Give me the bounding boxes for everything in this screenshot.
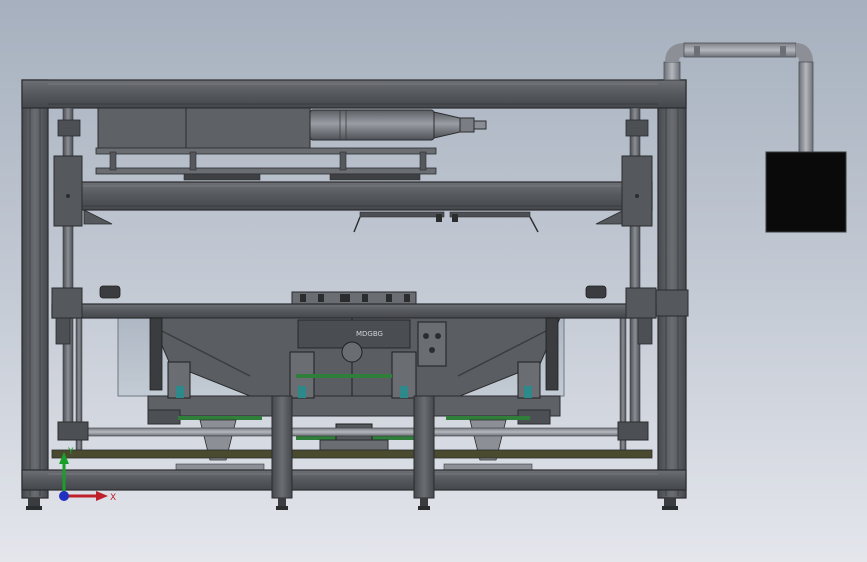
axis-triad: Y X [59, 447, 116, 503]
y-axis-label: Y [67, 447, 74, 457]
machine-front-view: MDGBG [21, 42, 847, 510]
x-arrow-head-icon [96, 491, 108, 501]
origin-icon [59, 491, 69, 501]
upper-carriage [95, 107, 487, 181]
plate-label: MDGBG [356, 330, 383, 338]
x-axis-label: X [110, 493, 116, 503]
gripper-bar [353, 211, 539, 233]
cad-viewport[interactable]: MDGBG Y X [0, 0, 867, 562]
electrical-cabinet [765, 151, 847, 233]
top-beam [21, 79, 687, 109]
right-main-post [655, 79, 689, 510]
